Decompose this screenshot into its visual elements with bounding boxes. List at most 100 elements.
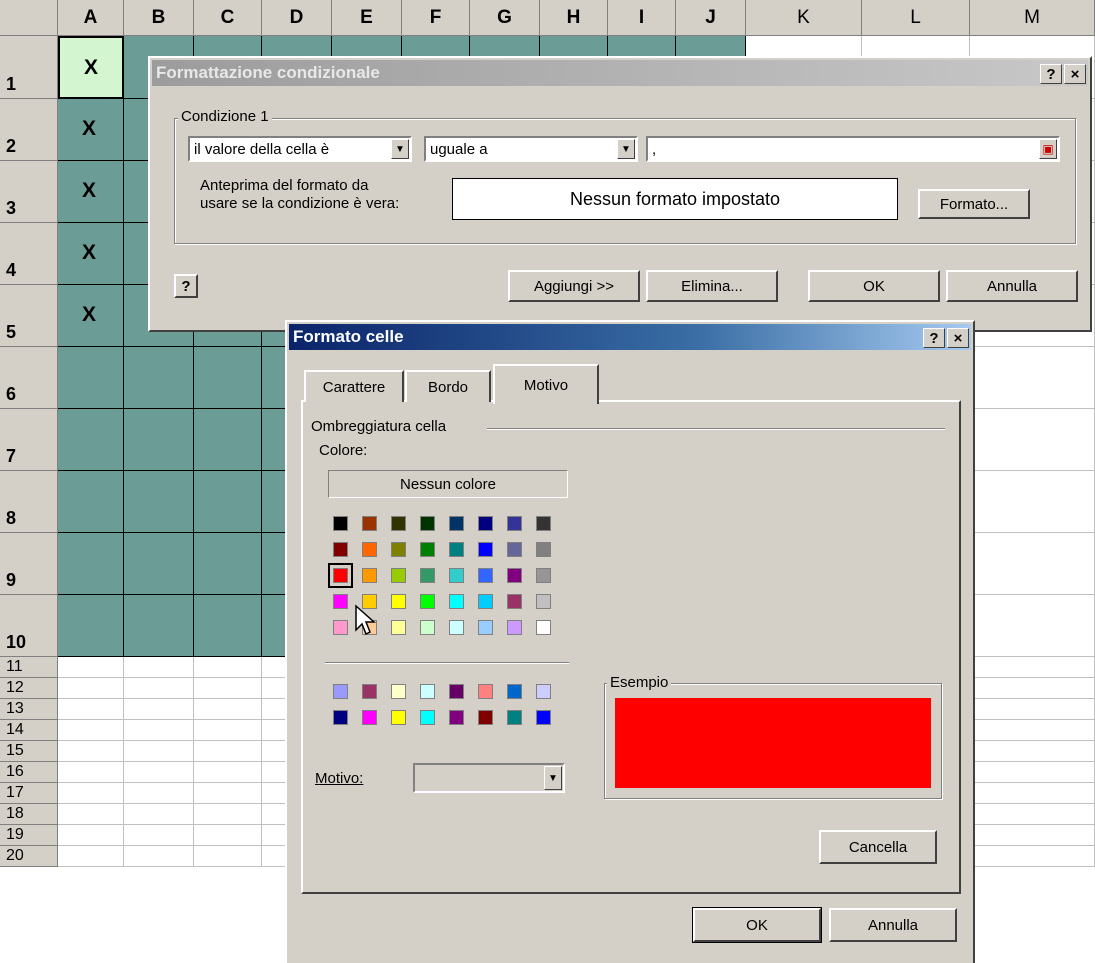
color-swatch[interactable] [478, 568, 493, 583]
color-swatch[interactable] [536, 516, 551, 531]
cell-c9[interactable] [194, 533, 262, 595]
row-header-5[interactable]: 5 [0, 285, 58, 347]
cell-b10[interactable] [124, 595, 194, 657]
column-header-l[interactable]: L [862, 0, 970, 36]
cell-c14[interactable] [194, 720, 262, 741]
column-header-a[interactable]: A [58, 0, 124, 36]
color-swatch[interactable] [536, 684, 551, 699]
column-header-j[interactable]: J [676, 0, 746, 36]
color-swatch[interactable] [391, 594, 406, 609]
color-swatch[interactable] [420, 684, 435, 699]
row-header-11[interactable]: 11 [0, 657, 58, 678]
cell-m19[interactable] [970, 825, 1095, 846]
color-swatch[interactable] [420, 710, 435, 725]
color-swatch[interactable] [420, 568, 435, 583]
color-swatch[interactable] [362, 542, 377, 557]
row-header-20[interactable]: 20 [0, 846, 58, 867]
cell-a2[interactable]: X [58, 99, 124, 161]
color-swatch[interactable] [449, 568, 464, 583]
cell-b8[interactable] [124, 471, 194, 533]
color-swatch[interactable] [391, 542, 406, 557]
cell-m12[interactable] [970, 678, 1095, 699]
color-swatch[interactable] [449, 620, 464, 635]
column-header-f[interactable]: F [402, 0, 470, 36]
cell-a15[interactable] [58, 741, 124, 762]
range-picker-icon[interactable]: ▣ [1039, 139, 1057, 159]
cell-m13[interactable] [970, 699, 1095, 720]
tab-motivo[interactable]: Motivo [493, 364, 599, 404]
cell-b11[interactable] [124, 657, 194, 678]
cell-a12[interactable] [58, 678, 124, 699]
cell-m17[interactable] [970, 783, 1095, 804]
add-button[interactable]: Aggiungi >> [508, 270, 640, 302]
color-swatch[interactable] [420, 620, 435, 635]
color-swatch[interactable] [536, 568, 551, 583]
row-header-17[interactable]: 17 [0, 783, 58, 804]
color-swatch[interactable] [333, 516, 348, 531]
cell-a18[interactable] [58, 804, 124, 825]
column-header-h[interactable]: H [540, 0, 608, 36]
chevron-down-icon[interactable]: ▼ [391, 139, 409, 159]
cell-m15[interactable] [970, 741, 1095, 762]
cell-c19[interactable] [194, 825, 262, 846]
cell-c16[interactable] [194, 762, 262, 783]
column-header-m[interactable]: M [970, 0, 1095, 36]
color-swatch[interactable] [536, 542, 551, 557]
cell-m11[interactable] [970, 657, 1095, 678]
row-header-4[interactable]: 4 [0, 223, 58, 285]
color-swatch[interactable] [507, 542, 522, 557]
color-swatch[interactable] [449, 542, 464, 557]
color-swatch[interactable] [328, 563, 353, 588]
column-header-i[interactable]: I [608, 0, 676, 36]
cell-c13[interactable] [194, 699, 262, 720]
color-swatch[interactable] [449, 594, 464, 609]
cell-m10[interactable] [970, 595, 1095, 657]
no-color-button[interactable]: Nessun colore [328, 470, 568, 498]
color-swatch[interactable] [507, 684, 522, 699]
row-header-9[interactable]: 9 [0, 533, 58, 595]
help-button[interactable]: ? [1040, 64, 1062, 84]
color-swatch[interactable] [362, 710, 377, 725]
column-header-b[interactable]: B [124, 0, 194, 36]
value-input[interactable]: , ▣ [646, 136, 1060, 162]
row-header-12[interactable]: 12 [0, 678, 58, 699]
cell-a17[interactable] [58, 783, 124, 804]
color-swatch[interactable] [362, 568, 377, 583]
cell-m6[interactable] [970, 347, 1095, 409]
cell-a10[interactable] [58, 595, 124, 657]
cell-a7[interactable] [58, 409, 124, 471]
pattern-select[interactable]: ▼ [413, 763, 565, 793]
cell-c15[interactable] [194, 741, 262, 762]
color-swatch[interactable] [478, 516, 493, 531]
cell-m20[interactable] [970, 846, 1095, 867]
column-header-k[interactable]: K [746, 0, 862, 36]
color-swatch[interactable] [391, 516, 406, 531]
color-swatch[interactable] [333, 542, 348, 557]
color-swatch[interactable] [507, 594, 522, 609]
cell-c7[interactable] [194, 409, 262, 471]
cell-b12[interactable] [124, 678, 194, 699]
row-header-1[interactable]: 1 [0, 36, 58, 99]
color-swatch[interactable] [536, 710, 551, 725]
row-header-16[interactable]: 16 [0, 762, 58, 783]
color-swatch[interactable] [333, 594, 348, 609]
tab-carattere[interactable]: Carattere [304, 370, 404, 402]
cell-a14[interactable] [58, 720, 124, 741]
color-swatch[interactable] [420, 594, 435, 609]
color-swatch[interactable] [536, 620, 551, 635]
cell-a20[interactable] [58, 846, 124, 867]
chevron-down-icon[interactable]: ▼ [544, 766, 562, 790]
help-button[interactable]: ? [923, 328, 945, 348]
cell-a6[interactable] [58, 347, 124, 409]
help-icon-button[interactable]: ? [174, 274, 198, 298]
cell-b14[interactable] [124, 720, 194, 741]
cell-a8[interactable] [58, 471, 124, 533]
cell-m8[interactable] [970, 471, 1095, 533]
color-swatch[interactable] [478, 710, 493, 725]
color-swatch[interactable] [420, 516, 435, 531]
color-swatch[interactable] [391, 710, 406, 725]
row-header-18[interactable]: 18 [0, 804, 58, 825]
operator-select[interactable]: uguale a ▼ [424, 136, 638, 162]
cell-m16[interactable] [970, 762, 1095, 783]
cell-c8[interactable] [194, 471, 262, 533]
